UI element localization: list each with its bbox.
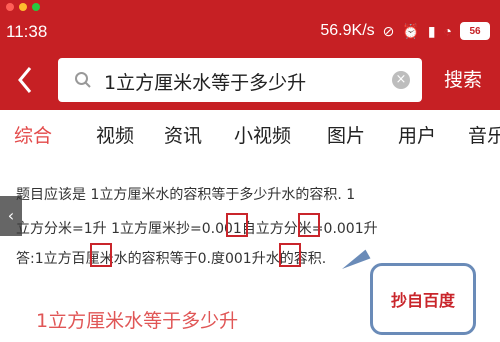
tab-short-video[interactable]: 小视频 xyxy=(234,121,291,148)
window-controls xyxy=(0,0,500,14)
signal-icon: ▮ xyxy=(427,22,436,39)
search-header: 1立方厘米水等于多少升 × 搜索 xyxy=(0,50,500,110)
close-window-dot[interactable] xyxy=(6,3,14,11)
highlight-box xyxy=(226,213,248,237)
back-arrow-icon[interactable] xyxy=(12,62,38,98)
status-bar: 11:38 56.9K/s ⊘ ⏰ ▮ ◔ 56 xyxy=(0,14,500,50)
wifi-icon: ◔ xyxy=(443,23,452,39)
search-icon xyxy=(75,72,91,88)
clear-icon[interactable]: × xyxy=(392,71,410,89)
search-query: 1立方厘米水等于多少升 xyxy=(104,72,307,94)
minimize-window-dot[interactable] xyxy=(19,3,27,11)
network-speed: 56.9K/s xyxy=(320,22,375,39)
category-tabs: 综合 视频 资讯 小视频 图片 用户 音乐 xyxy=(0,110,500,158)
tab-users[interactable]: 用户 xyxy=(398,121,436,148)
highlight-box xyxy=(90,243,112,267)
alarm-icon: ⏰ xyxy=(402,22,420,39)
maximize-window-dot[interactable] xyxy=(32,3,40,11)
battery-icon: 56 xyxy=(460,22,490,40)
callout-text: 抄自百度 xyxy=(390,291,455,310)
tab-video[interactable]: 视频 xyxy=(96,121,134,148)
answer-line-2: 立方分米=1升 1立方厘米抄=0.001自立方分米=0.001升 xyxy=(16,221,378,237)
answer-line-1: 题目应该是 1立方厘米水的容积等于多少升水的容积. 1 xyxy=(16,187,356,203)
search-input[interactable]: 1立方厘米水等于多少升 × xyxy=(58,58,422,102)
status-time: 11:38 xyxy=(6,22,48,41)
tab-music[interactable]: 音乐 xyxy=(468,121,500,148)
tab-all[interactable]: 综合 xyxy=(14,121,52,148)
search-button[interactable]: 搜索 xyxy=(444,65,482,92)
mute-icon: ⊘ xyxy=(382,22,395,39)
tab-news[interactable]: 资讯 xyxy=(164,121,202,148)
status-icons: 56.9K/s ⊘ ⏰ ▮ ◔ 56 xyxy=(320,22,490,40)
highlight-box xyxy=(298,213,320,237)
highlight-box xyxy=(279,243,301,267)
callout-box: 抄自百度 xyxy=(370,263,476,335)
callout-pointer xyxy=(339,249,371,274)
result-title[interactable]: 1立方厘米水等于多少升 xyxy=(36,306,238,333)
tab-images[interactable]: 图片 xyxy=(327,121,365,148)
